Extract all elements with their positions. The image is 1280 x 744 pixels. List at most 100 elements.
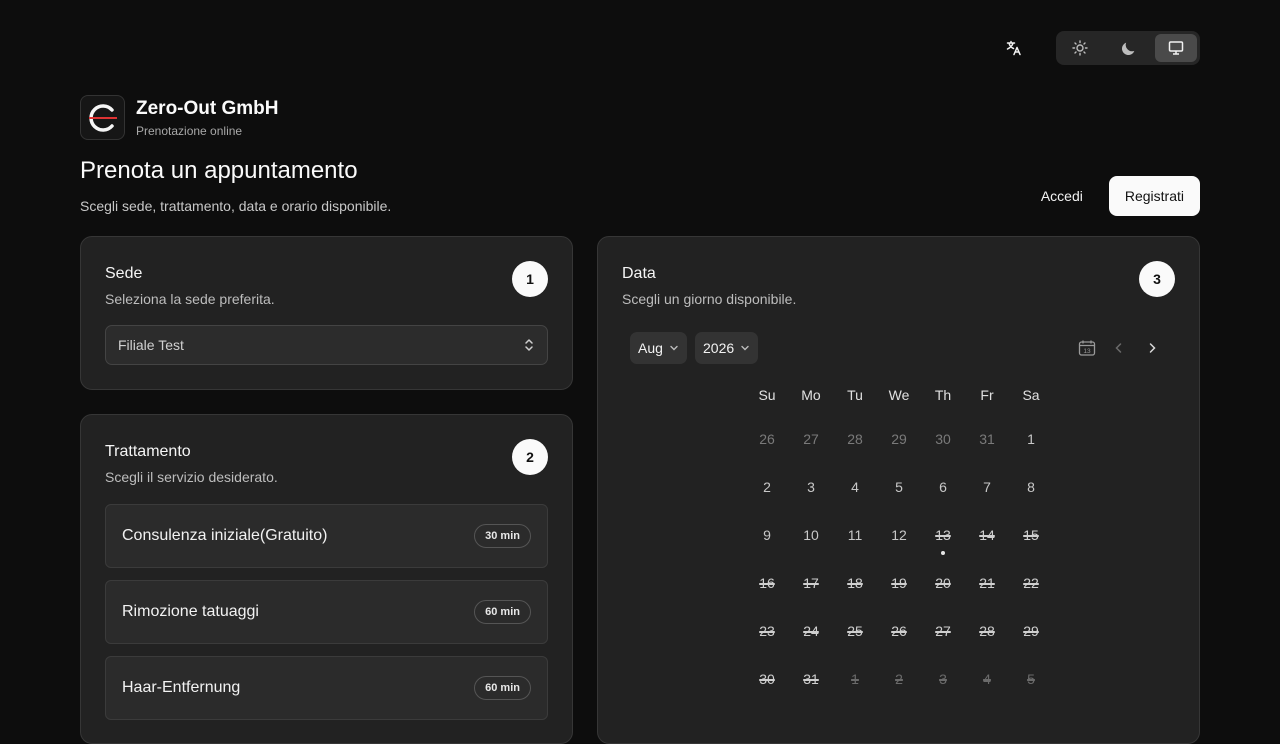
brand-text: Zero-Out GmbH Prenotazione online <box>136 97 279 138</box>
calendar-day-number: 5 <box>895 479 903 495</box>
calendar-day-number: 22 <box>1023 575 1039 591</box>
calendar-week-row: 26 27 28 29 30 31 1 <box>745 425 1053 453</box>
theme-system-button[interactable] <box>1155 34 1197 62</box>
calendar-day: 20 <box>921 569 965 597</box>
calendar-day: 25 <box>833 617 877 645</box>
moon-icon <box>1121 42 1134 55</box>
top-bar <box>996 30 1200 66</box>
chevron-down-icon <box>741 345 749 351</box>
calendar-day: 31 <box>965 425 1009 453</box>
calendar-day: 26 <box>745 425 789 453</box>
calendar-day-number: 18 <box>847 575 863 591</box>
sun-icon <box>1072 40 1088 56</box>
calendar-day[interactable]: 10 <box>789 521 833 549</box>
translate-icon <box>1006 40 1021 56</box>
location-subtitle: Seleziona la sede preferita. <box>105 291 275 307</box>
calendar-day: 27 <box>921 617 965 645</box>
month-select[interactable]: Aug <box>630 332 687 364</box>
calendar-day: 15 <box>1009 521 1053 549</box>
calendar-grid: Su Mo Tu We Th Fr Sa 26 27 28 29 30 31 1 2 3 4 5 6 7 8 9 10 11… <box>745 381 1053 693</box>
company-name: Zero-Out GmbH <box>136 98 279 119</box>
service-option[interactable]: Haar-Entfernung 60 min <box>105 656 548 720</box>
calendar-icon: 13 <box>1078 340 1096 356</box>
service-name: Rimozione tatuaggi <box>122 603 259 620</box>
theme-dark-button[interactable] <box>1107 34 1149 62</box>
calendar-day-number: 7 <box>983 479 991 495</box>
calendar-day-number: 31 <box>803 671 819 687</box>
theme-light-button[interactable] <box>1059 34 1101 62</box>
calendar-day-number: 15 <box>1023 527 1039 543</box>
calendar-day: 1 <box>833 665 877 693</box>
calendar-day-number: 3 <box>807 479 815 495</box>
calendar-day[interactable]: 12 <box>877 521 921 549</box>
register-button[interactable]: Registrati <box>1108 176 1200 216</box>
calendar-day-number: 28 <box>847 431 863 447</box>
calendar-day[interactable]: 3 <box>789 473 833 501</box>
weekday-label: Tu <box>847 387 863 403</box>
calendar-day: 27 <box>789 425 833 453</box>
calendar-day-number: 6 <box>939 479 947 495</box>
login-button[interactable]: Accedi <box>1029 178 1095 214</box>
step-badge-1: 1 <box>512 261 548 297</box>
location-select[interactable]: Filiale Test <box>105 325 548 365</box>
calendar-day-number: 23 <box>759 623 775 639</box>
language-button[interactable] <box>996 30 1032 66</box>
prev-month-button[interactable] <box>1108 337 1130 359</box>
calendar-day-number: 16 <box>759 575 775 591</box>
treatment-title: Trattamento <box>105 443 191 460</box>
monitor-icon <box>1168 41 1184 55</box>
calendar-week-row: 9 10 11 12 13 14 15 <box>745 521 1053 555</box>
year-value: 2026 <box>703 340 735 356</box>
calendar-day[interactable]: 5 <box>877 473 921 501</box>
calendar-day-number: 10 <box>803 527 819 543</box>
service-option[interactable]: Consulenza iniziale(Gratuito) 30 min <box>105 504 548 568</box>
location-card: Sede Seleziona la sede preferita. 1 Fili… <box>80 236 573 390</box>
calendar-day-number: 25 <box>847 623 863 639</box>
service-name: Consulenza iniziale(Gratuito) <box>122 527 328 544</box>
today-button[interactable]: 13 <box>1076 337 1098 359</box>
calendar-day: 30 <box>745 665 789 693</box>
page-subtitle: Scegli sede, trattamento, data e orario … <box>80 198 392 214</box>
page-title: Prenota un appuntamento <box>80 157 358 184</box>
step-badge-2: 2 <box>512 439 548 475</box>
calendar-day: 13 <box>921 521 965 555</box>
company-logo <box>80 95 125 140</box>
chevron-left-icon <box>1115 343 1122 353</box>
calendar-day: 26 <box>877 617 921 645</box>
calendar-day[interactable]: 8 <box>1009 473 1053 501</box>
calendar-day-number: 2 <box>763 479 771 495</box>
weekday-label: Th <box>934 387 952 403</box>
calendar-day-number: 30 <box>759 671 775 687</box>
calendar-weeks: 26 27 28 29 30 31 1 2 3 4 5 6 7 8 9 10 11 12 13 14 15 16 17 18 1… <box>745 425 1053 693</box>
calendar-day-number: 28 <box>979 623 995 639</box>
calendar-day-number: 30 <box>935 431 951 447</box>
calendar-day[interactable]: 2 <box>745 473 789 501</box>
chevron-right-icon <box>1149 343 1156 353</box>
calendar-day[interactable]: 7 <box>965 473 1009 501</box>
service-option[interactable]: Rimozione tatuaggi 60 min <box>105 580 548 644</box>
calendar-day: 28 <box>833 425 877 453</box>
today-indicator-dot <box>941 551 945 555</box>
calendar-day-number: 29 <box>891 431 907 447</box>
calendar-day[interactable]: 1 <box>1009 425 1053 453</box>
calendar-day-number: 27 <box>935 623 951 639</box>
theme-switcher <box>1056 31 1200 65</box>
year-select[interactable]: 2026 <box>695 332 759 364</box>
calendar-day[interactable]: 11 <box>833 521 877 549</box>
calendar-day[interactable]: 9 <box>745 521 789 549</box>
calendar-day: 4 <box>965 665 1009 693</box>
treatment-subtitle: Scegli il servizio desiderato. <box>105 469 278 485</box>
location-title: Sede <box>105 265 143 282</box>
calendar-day[interactable]: 4 <box>833 473 877 501</box>
calendar-day: 31 <box>789 665 833 693</box>
calendar-day[interactable]: 6 <box>921 473 965 501</box>
calendar-day-number: 17 <box>803 575 819 591</box>
calendar-day-number: 4 <box>983 671 991 687</box>
calendar-day-number: 9 <box>763 527 771 543</box>
calendar-day-number: 31 <box>979 431 995 447</box>
calendar-day: 2 <box>877 665 921 693</box>
calendar-day: 5 <box>1009 665 1053 693</box>
calendar-week-row: 30 31 1 2 3 4 5 <box>745 665 1053 693</box>
next-month-button[interactable] <box>1141 337 1163 359</box>
weekday-label: Mo <box>801 387 821 403</box>
